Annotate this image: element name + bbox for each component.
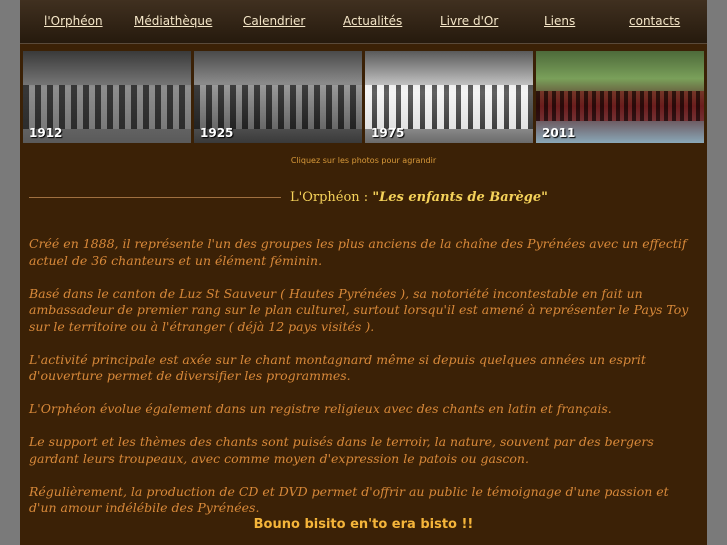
photo-year-label: 1912 (29, 126, 63, 140)
nav-link-liens[interactable]: Liens (544, 14, 575, 28)
nav-link-livre-dor[interactable]: Livre d'Or (440, 14, 498, 28)
group-figures (194, 85, 362, 129)
nav-link-actualites[interactable]: Actualités (343, 14, 402, 28)
nav-link-orpheon[interactable]: l'Orphéon (44, 14, 103, 28)
description-text: Créé en 1888, il représente l'un des gro… (29, 236, 699, 533)
heading-divider (29, 197, 281, 198)
group-figures (23, 85, 191, 129)
paragraph: L'activité principale est axée sur le ch… (29, 351, 646, 384)
closing-greeting: Bouno bisito en'to era bisto !! (253, 517, 474, 532)
photo-year-label: 1925 (200, 126, 234, 140)
page-title: L'Orphéon : "Les enfants de Barège" (290, 190, 548, 205)
group-figures (365, 85, 533, 129)
title-quote: "Les enfants de Barège" (372, 190, 548, 205)
title-prefix: L'Orphéon : (290, 190, 373, 205)
photo-2011[interactable]: 2011 (536, 51, 704, 143)
group-figures (536, 91, 704, 121)
section-heading: L'Orphéon : "Les enfants de Barège" (20, 190, 707, 206)
top-navigation: l'Orphéon Médiathèque Calendrier Actuali… (20, 0, 707, 44)
paragraph: Le support et les thèmes des chants sont… (29, 434, 654, 466)
photo-1912[interactable]: 1912 (23, 51, 191, 143)
photo-caption: Cliquez sur les photos pour agrandir (290, 156, 437, 165)
paragraph: L'Orphéon évolue également dans un regis… (29, 401, 612, 416)
paragraph: Régulièrement, la production de CD et DV… (29, 483, 669, 516)
paragraph: Créé en 1888, il représente l'un des gro… (29, 236, 687, 268)
page-container: l'Orphéon Médiathèque Calendrier Actuali… (20, 0, 707, 545)
photo-1925[interactable]: 1925 (194, 51, 362, 143)
nav-link-contacts[interactable]: contacts (629, 14, 680, 28)
photo-strip: 1912 1925 1975 2011 (23, 51, 707, 143)
nav-link-calendrier[interactable]: Calendrier (243, 14, 305, 28)
photo-1975[interactable]: 1975 (365, 51, 533, 143)
paragraph: Basé dans le canton de Luz St Sauveur ( … (29, 285, 689, 334)
nav-link-mediatheque[interactable]: Médiathèque (134, 14, 212, 28)
photo-year-label: 2011 (542, 126, 576, 140)
photo-year-label: 1975 (371, 126, 405, 140)
